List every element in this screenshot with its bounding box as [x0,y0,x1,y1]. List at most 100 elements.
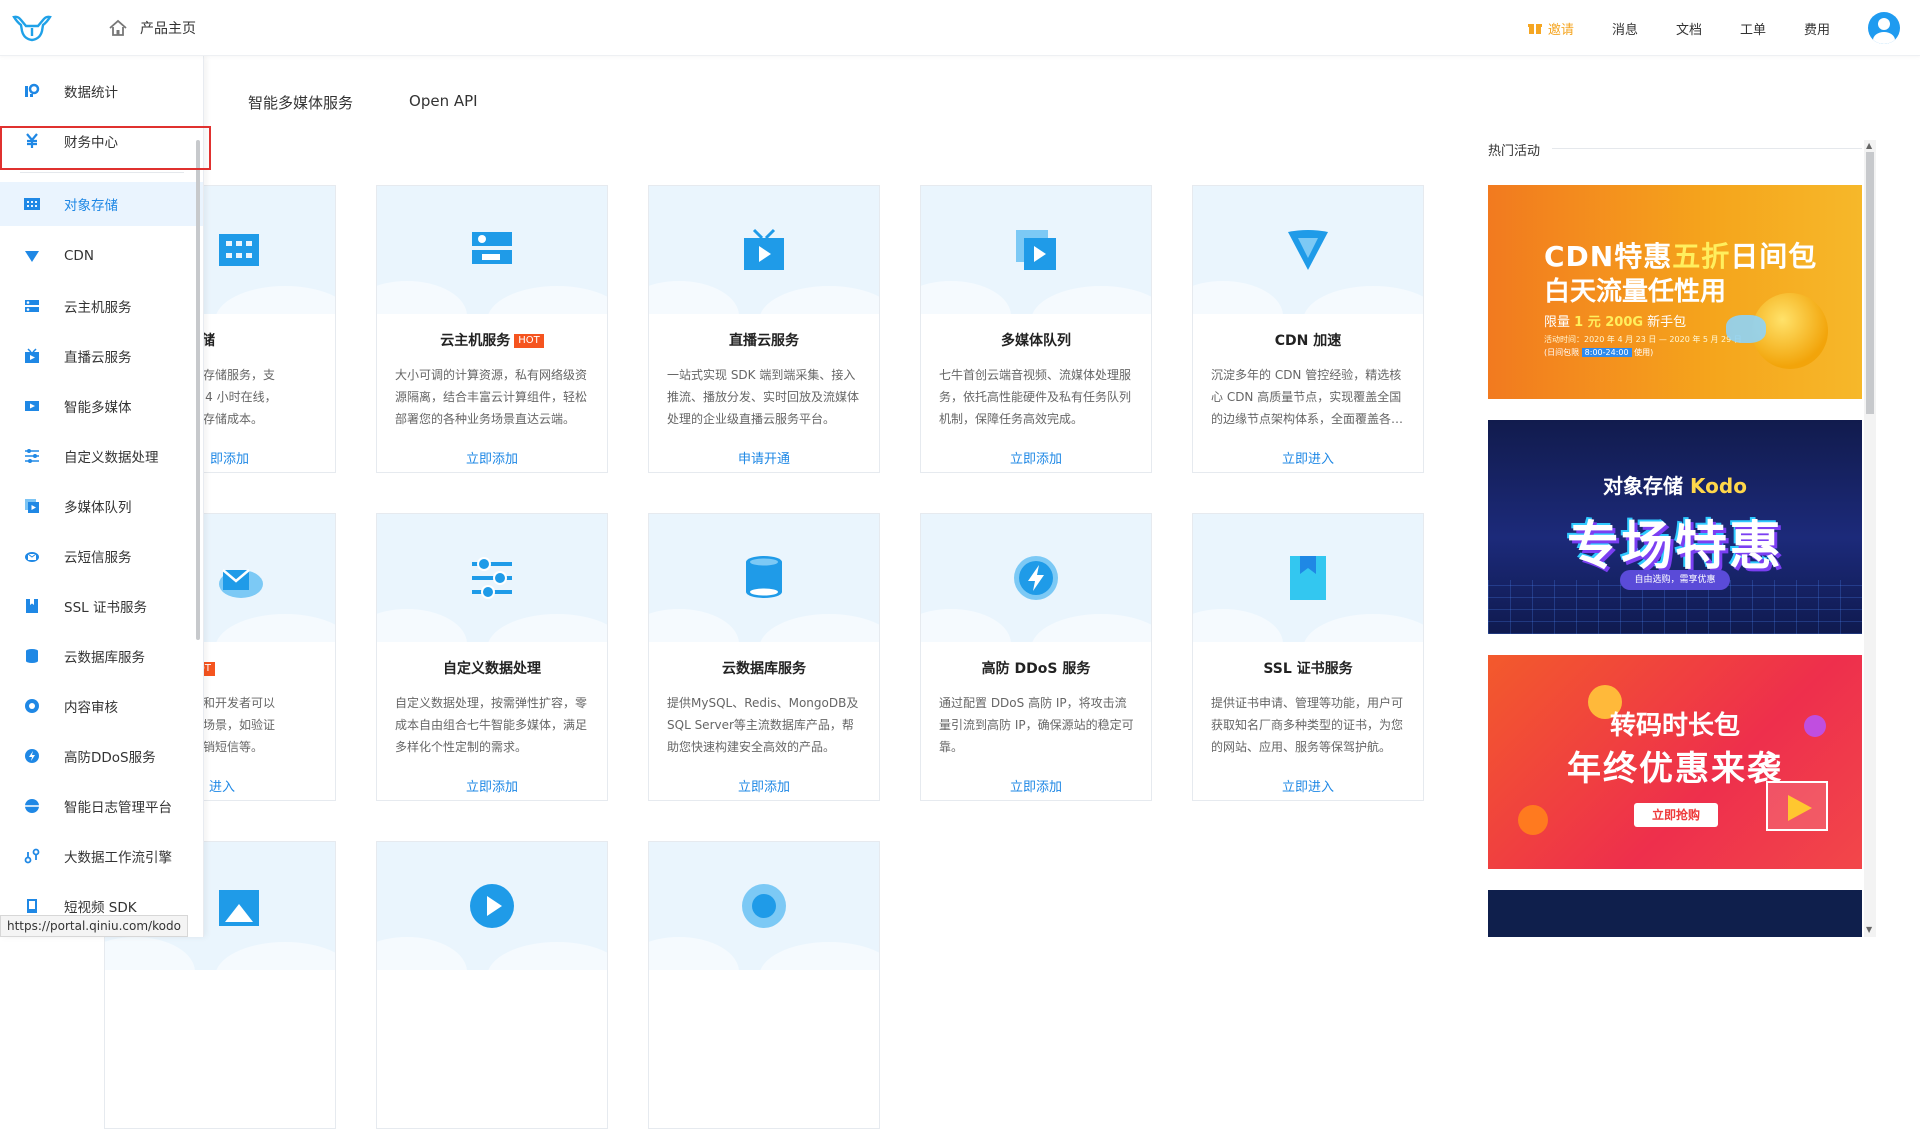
gift-icon [1527,24,1542,34]
card-description: 提供MySQL、Redis、MongoDB及SQL Server等主流数据库产品… [667,696,859,754]
video-sdk-icon [27,899,37,913]
home-link[interactable]: 产品主页 [108,18,196,38]
sidebar-item-sms[interactable]: 云短信服务 [0,531,203,581]
card-title: 云数据库服务 [722,661,806,677]
sidebar-item-cdn[interactable]: CDN [0,231,203,281]
sms-icon [25,552,39,562]
product-card-custom-data[interactable]: 自定义数据处理 自定义数据处理，按需弹性扩容，零成本自由组合七牛智能多媒体，满足… [376,513,608,801]
banner-subheadline: 对象存储 Kodo [1603,474,1747,498]
sidebar-item-database[interactable]: 云数据库服务 [0,631,203,681]
product-card-ssl[interactable]: SSL 证书服务 提供证书申请、管理等功能，用户可获取知名厂商多种类型的证书，为… [1192,513,1424,801]
banner-subheadline: 转码时长包 [1609,711,1740,741]
tickets-label: 工单 [1739,22,1766,38]
server-icon [25,300,39,312]
card-action-link[interactable]: 立即添加 [377,776,607,795]
sidebar-item-log[interactable]: 智能日志管理平台 [0,781,203,831]
cloud-graphic [1726,315,1766,343]
card-action-link[interactable]: 立即添加 [921,448,1151,467]
sidebar-item-label: 云短信服务 [64,550,132,566]
product-card-partial-3[interactable] [648,841,880,1129]
sidebar-item-cloud-host[interactable]: 云主机服务 [0,281,203,331]
sidebar-item-object-storage[interactable]: 对象存储 [0,182,203,226]
top-header: 产品主页 邀请 消息 文档 工单 费用 [0,0,1920,56]
hot-activities-divider [1552,148,1862,149]
log-icon [25,799,39,813]
banner-partial[interactable] [1488,890,1862,937]
shield-icon [1014,556,1058,600]
service-tabs: 智能多媒体服务 Open API [248,92,478,113]
top-nav: 邀请 消息 文档 工单 费用 [1527,0,1920,56]
highlight-box [0,126,211,170]
sidebar-divider [20,172,184,173]
sms-icon [219,569,263,598]
banner-pill: 自由选购，需享优惠 [1620,570,1730,590]
card-action-link[interactable]: 立即进入 [1193,776,1423,795]
banner-headline: 专场特惠 [1566,517,1783,577]
sidebar-item-workflow[interactable]: 大数据工作流引擎 [0,831,203,881]
play-icon [1766,781,1828,831]
scroll-up-icon[interactable]: ▲ [1866,141,1872,150]
buy-now-button[interactable]: 立即抢购 [1634,803,1718,827]
qiniu-logo-icon[interactable] [12,14,52,42]
product-card-database[interactable]: 云数据库服务 提供MySQL、Redis、MongoDB及SQL Server等… [648,513,880,801]
sidebar: 数据统计 财务中心 对象存储 CDN 云主机服务 直播云服务 智能多媒体 自定义… [0,56,204,937]
chart-icon [25,83,40,97]
database-icon [26,649,38,663]
sidebar-item-media-queue[interactable]: 多媒体队列 [0,481,203,531]
card-description: 自定义数据处理，按需弹性扩容，零成本自由组合七牛智能多媒体，满足多样化个性定制的… [395,696,588,754]
storage-grid-icon [219,234,259,266]
decor-ball [1518,805,1548,835]
sidebar-item-custom-data[interactable]: 自定义数据处理 [0,431,203,481]
card-action-link[interactable]: 申请开通 [649,448,879,467]
right-scrollbar-thumb[interactable] [1866,152,1874,414]
docs-link[interactable]: 文档 [1676,19,1702,38]
queue-icon [1016,230,1056,270]
tab-media-services[interactable]: 智能多媒体服务 [248,92,353,113]
sidebar-item-ddos[interactable]: 高防DDoS服务 [0,731,203,781]
banner-headline: CDN特惠五折日间包 [1544,240,1818,273]
sidebar-item-stats[interactable]: 数据统计 [0,66,203,116]
hot-activities-title: 热门活动 [1488,144,1541,159]
banner-kodo-promo[interactable]: 对象存储 Kodo 专场特惠 自由选购，需享优惠 [1488,420,1862,634]
sidebar-item-live[interactable]: 直播云服务 [0,331,203,381]
sidebar-item-review[interactable]: 内容审核 [0,681,203,731]
sidebar-item-label: 对象存储 [64,198,118,214]
card-action-link[interactable]: 立即添加 [377,448,607,467]
sidebar-item-label: 大数据工作流引擎 [64,850,172,866]
sidebar-item-media[interactable]: 智能多媒体 [0,381,203,431]
sidebar-item-label: 高防DDoS服务 [64,750,156,766]
card-title: 直播云服务 [729,333,799,349]
scroll-down-icon[interactable]: ▼ [1866,925,1872,934]
sidebar-scrollbar[interactable] [196,140,200,640]
banner-cdn-promo[interactable]: CDN特惠五折日间包 白天流量任性用 限量 1 元 200G 新手包 活动时间：… [1488,185,1862,399]
sliders-icon [25,449,39,463]
image-icon [219,890,259,926]
tickets-link[interactable]: 工单 [1740,19,1766,38]
card-title: SSL 证书服务 [1263,661,1353,677]
live-tv-icon [25,348,39,363]
card-action-link[interactable]: 立即添加 [649,776,879,795]
avatar[interactable] [1868,12,1900,44]
card-action-link[interactable]: 立即添加 [921,776,1151,795]
product-card-live[interactable]: 直播云服务 一站式实现 SDK 端到端采集、接入推流、播放分发、实时回放及流媒体… [648,185,880,473]
product-card-partial-2[interactable] [376,841,608,1129]
messages-link[interactable]: 消息 [1612,19,1638,38]
billing-link[interactable]: 费用 [1804,19,1830,38]
sidebar-item-ssl[interactable]: SSL 证书服务 [0,581,203,631]
product-card-cloud-host[interactable]: 云主机服务 HOT 大小可调的计算资源，私有网络级资源隔离，结合丰富云计算组件，轻… [376,185,608,473]
banner-transcode-promo[interactable]: 转码时长包 年终优惠来袭 立即抢购 [1488,655,1862,869]
product-card-media-queue[interactable]: 多媒体队列 七牛首创云端音视频、流媒体处理服务，依托高性能硬件及私有任务队列机制… [920,185,1152,473]
play-icon [470,884,514,928]
sidebar-item-label: 数据统计 [64,85,118,101]
card-description: 提供证书申请、管理等功能，用户可获取知名厂商多种类型的证书，为您的网站、应用、服… [1211,696,1404,754]
invite-link[interactable]: 邀请 [1527,19,1574,38]
product-card-ddos[interactable]: 高防 DDoS 服务 通过配置 DDoS 高防 IP，将攻击流量引流到高防 IP… [920,513,1152,801]
card-action-link[interactable]: 立即进入 [1193,448,1423,467]
banner-offer: 限量 1 元 200G 新手包 [1544,315,1687,330]
database-icon [746,556,782,598]
product-card-cdn[interactable]: CDN 加速 沉淀多年的 CDN 管控经验，精选核心 CDN 高质量节点，实现覆… [1192,185,1424,473]
tab-open-api[interactable]: Open API [409,92,478,113]
home-label: 产品主页 [140,21,196,37]
sidebar-item-label: 智能日志管理平台 [64,800,172,816]
shield-icon [25,749,39,763]
